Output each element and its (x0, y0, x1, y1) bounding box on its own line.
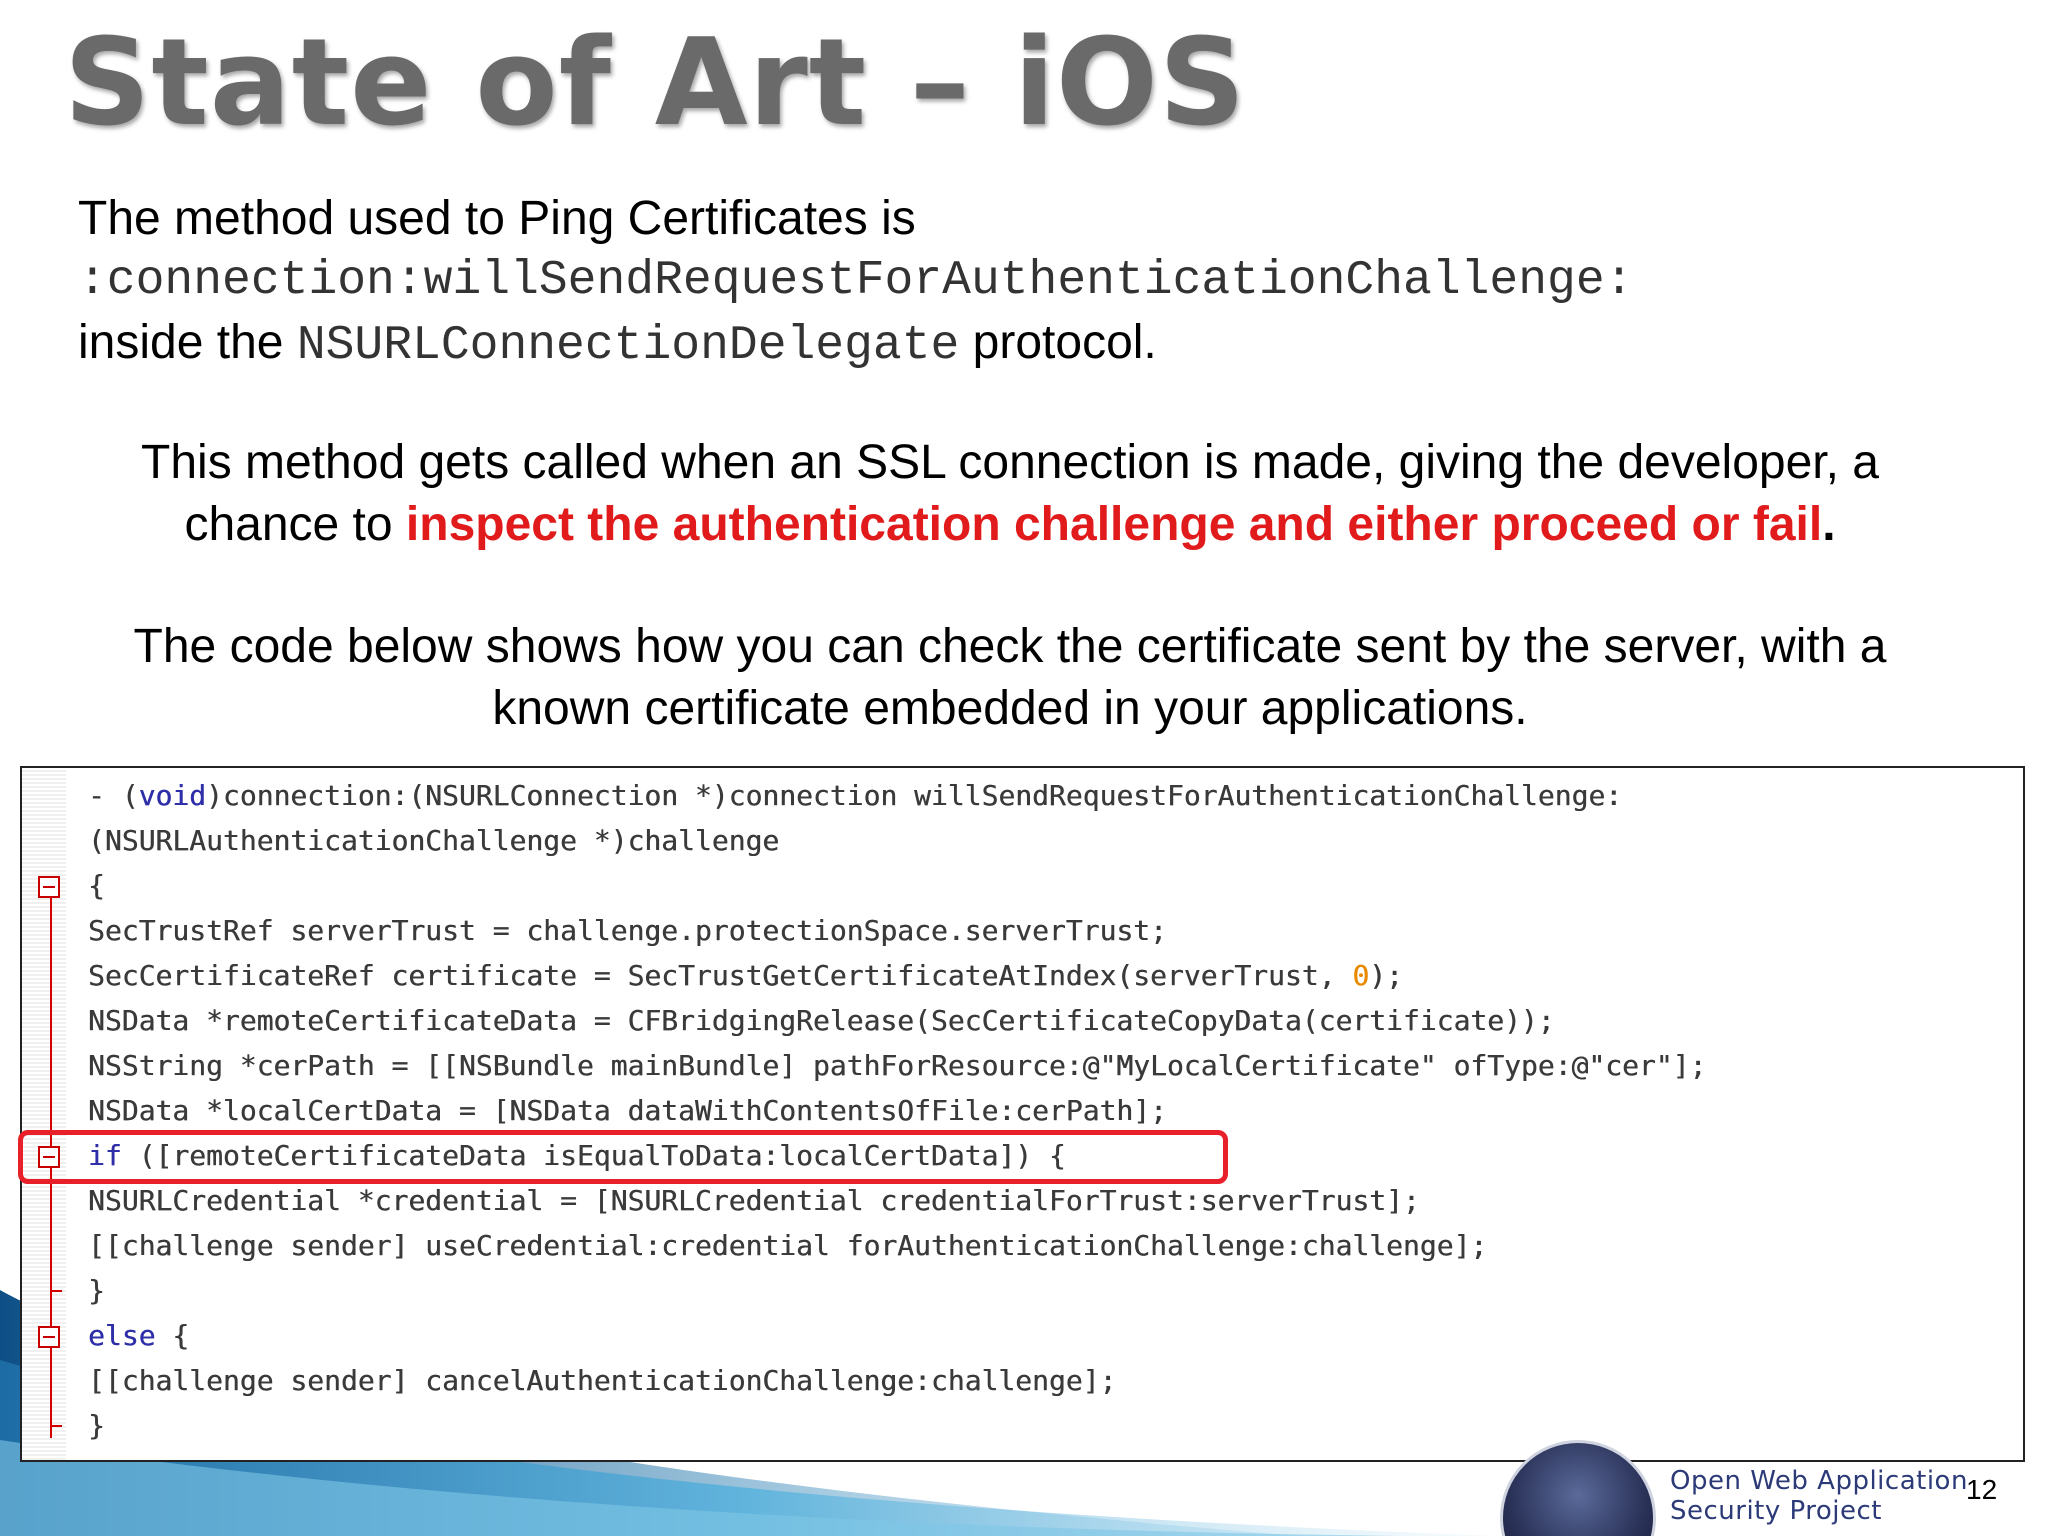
fold-end-marker (50, 1290, 62, 1292)
page-number: 12 (1966, 1474, 1998, 1505)
code-block: - (void)connection:(NSURLConnection *)co… (20, 766, 2025, 1462)
paragraph-method-line1: The method used to Ping Certificates is (78, 192, 916, 245)
slide: State of Art – iOS The method used to Pi… (0, 0, 2048, 1536)
code-line-4: SecTrustRef serverTrust = challenge.prot… (88, 914, 1167, 947)
paragraph-method-line3: inside the NSURLConnectionDelegate proto… (78, 312, 1958, 377)
code-line-15: } (88, 1409, 105, 1442)
code-line-13: else { (88, 1316, 189, 1356)
slide-title: State of Art – iOS (64, 14, 1247, 153)
paragraph-method: The method used to Ping Certificates is … (78, 188, 1958, 377)
code-number: 0 (1352, 959, 1370, 992)
prefix-text: inside the (78, 316, 297, 369)
code-line-3: { (88, 869, 105, 902)
paragraph-ssl: This method gets called when an SSL conn… (60, 432, 1960, 556)
owasp-wordmark: Open Web Application Security Project (1670, 1466, 1968, 1526)
code-highlight-box (18, 1130, 1228, 1184)
code-line-2: (NSURLAuthenticationChallenge *)challeng… (88, 824, 780, 857)
code-line-12: } (88, 1274, 105, 1307)
fold-end-marker (50, 1425, 62, 1427)
owasp-line1: Open Web Application (1670, 1466, 1968, 1496)
owasp-line2: Security Project (1670, 1496, 1882, 1526)
paragraph-ssl-highlight: inspect the authentication challenge and… (405, 498, 1823, 551)
paragraph-ssl-end: . (1822, 498, 1836, 551)
protocol-name: NSURLConnectionDelegate (296, 319, 960, 373)
collapse-icon[interactable] (38, 1326, 60, 1348)
code-line-1: - (void)connection:(NSURLConnection *)co… (88, 776, 1622, 816)
paragraph-code-intro: The code below shows how you can check t… (133, 620, 1887, 735)
code-token: ); (1369, 959, 1403, 992)
method-name: :connection:willSendRequestForAuthentica… (78, 254, 1634, 308)
code-line-11: [[challenge sender] useCredential:creden… (88, 1229, 1488, 1262)
suffix-text: protocol. (959, 316, 1157, 369)
code-token: { (155, 1319, 190, 1352)
code-line-14: [[challenge sender] cancelAuthentication… (88, 1364, 1117, 1397)
code-keyword: else (88, 1319, 156, 1352)
code-token: - ( (88, 779, 139, 812)
collapse-icon[interactable] (38, 876, 60, 898)
code-token: )connection:(NSURLConnection *)connectio… (206, 779, 1623, 812)
code-token: SecCertificateRef certificate = SecTrust… (88, 959, 1353, 992)
code-line-10: NSURLCredential *credential = [NSURLCred… (88, 1184, 1420, 1217)
code-keyword: void (138, 779, 207, 812)
code-line-6: NSData *remoteCertificateData = CFBridgi… (88, 1004, 1555, 1037)
code-line-5: SecCertificateRef certificate = SecTrust… (88, 956, 1403, 996)
code-line-7: NSString *cerPath = [[NSBundle mainBundl… (88, 1049, 1707, 1082)
code-line-8: NSData *localCertData = [NSData dataWith… (88, 1094, 1167, 1127)
code-gutter (22, 768, 66, 1460)
